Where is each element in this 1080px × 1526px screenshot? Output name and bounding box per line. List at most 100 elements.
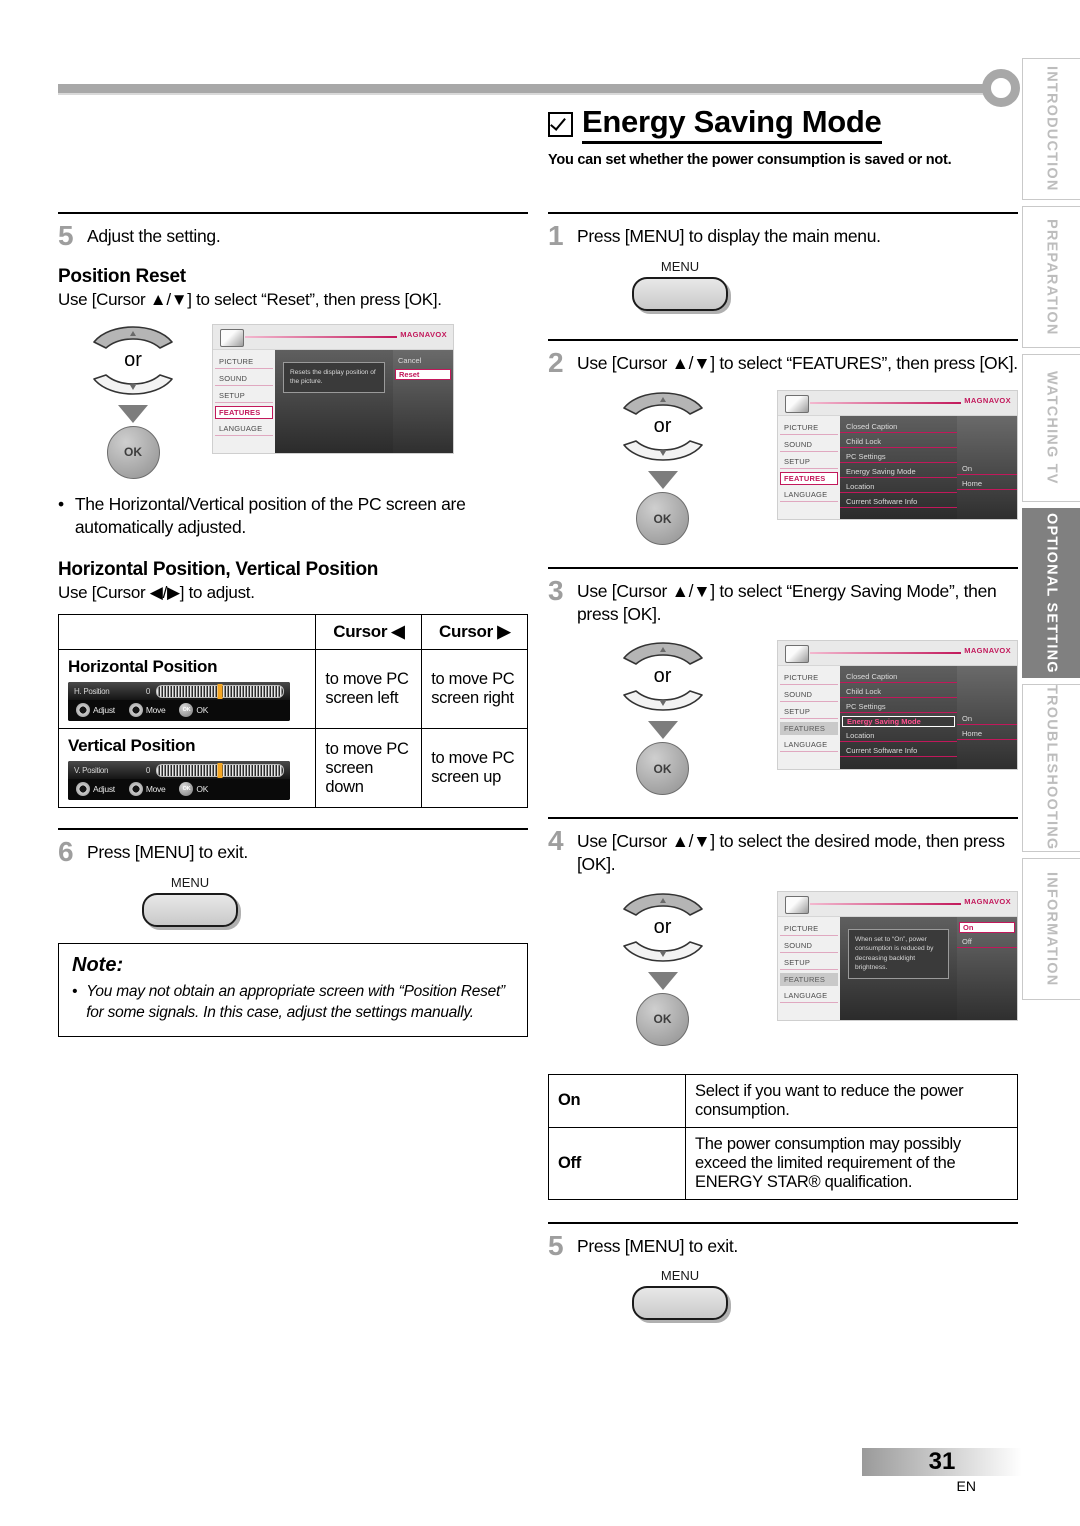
osd-menu-item[interactable]: LANGUAGE (780, 989, 839, 1003)
slider-hint-adjust: Adjust (93, 705, 115, 716)
osd-submenu-item[interactable]: Child Lock (840, 686, 957, 699)
step-instruction: Press [MENU] to display the main menu. (577, 226, 881, 246)
section-tab-introduction[interactable]: INTRODUCTION (1022, 58, 1080, 200)
step-6-press-menu-exit: 6 Press [MENU] to exit. MENU (58, 828, 528, 927)
ok-key-icon: OK (179, 703, 194, 718)
osd-menu-item[interactable]: PICTURE (780, 421, 839, 436)
horizontal-position-label: Horizontal Position (68, 657, 218, 677)
osd-header: MAGNAVOX (778, 641, 1017, 667)
osd-option[interactable]: Cancel (393, 355, 453, 366)
cursor-up-button-icon[interactable] (620, 386, 706, 415)
section-tab-label: INTRODUCTION (1043, 66, 1060, 192)
osd-menu-item[interactable]: SOUND (780, 939, 839, 953)
slider-hint-ok: OK (196, 784, 209, 795)
section-tab-watching-tv[interactable]: WATCHING TV (1022, 354, 1080, 502)
menu-key-graphic: MENU (130, 875, 250, 927)
arrow-down-icon (647, 971, 678, 990)
brand-logo: MAGNAVOX (400, 329, 447, 339)
menu-key-cap[interactable] (632, 1286, 728, 1321)
cursor-down-button-icon[interactable] (620, 689, 706, 717)
osd-screenshot-features-menu: MAGNAVOX PICTURE SOUND SETUP FEATURES LA… (777, 390, 1018, 521)
osd-option-selected[interactable]: Reset (395, 368, 451, 380)
osd-menu-item-active[interactable]: FEATURES (780, 722, 839, 736)
slider-knob[interactable] (217, 684, 223, 700)
hv-position-section: Horizontal Position, Vertical Position U… (57, 559, 528, 809)
cursor-up-button-icon[interactable] (620, 636, 706, 666)
osd-submenu-item[interactable]: Child Lock (840, 436, 957, 449)
osd-menu-item[interactable]: LANGUAGE (215, 422, 273, 436)
osd-menu-item[interactable]: SETUP (780, 705, 839, 720)
cursor-down-button-icon[interactable] (90, 373, 176, 401)
ok-button-icon[interactable]: OK (636, 992, 689, 1046)
tv-icon (785, 645, 810, 664)
osd-menu-item[interactable]: PICTURE (780, 922, 839, 936)
menu-key-cap[interactable] (632, 276, 728, 311)
step-5-press-menu-exit: 5 Press [MENU] to exit. MENU (548, 1221, 1018, 1321)
osd-menu-item[interactable]: SOUND (780, 688, 839, 703)
section-tab-label: OPTIONAL SETTING (1043, 512, 1060, 674)
osd-value-energy-saving-mode: On (957, 713, 1017, 726)
brand-logo: MAGNAVOX (964, 396, 1011, 406)
osd-submenu-item[interactable]: PC Settings (840, 451, 957, 464)
cursor-down-button-icon[interactable] (620, 439, 706, 467)
osd-option-selected[interactable]: On (959, 921, 1015, 933)
osd-menu-item[interactable]: LANGUAGE (780, 488, 839, 503)
section-tab-preparation[interactable]: PREPARATION (1022, 206, 1080, 348)
menu-key-cap[interactable] (142, 892, 238, 927)
arrow-down-icon (647, 721, 678, 740)
header-rule (58, 84, 988, 93)
osd-submenu-item[interactable]: Closed Caption (840, 671, 957, 684)
step-instruction: Press [MENU] to exit. (87, 842, 248, 863)
dpad-icon (128, 782, 143, 797)
step-number: 3 (548, 575, 564, 607)
osd-submenu-item[interactable]: Location (840, 730, 957, 743)
ok-button-icon[interactable]: OK (636, 742, 689, 796)
ok-button-icon[interactable]: OK (106, 425, 160, 479)
section-tab-optional-setting[interactable]: OPTIONAL SETTING (1022, 508, 1080, 678)
cursor-up-button-icon[interactable] (90, 320, 176, 349)
brand-logo: MAGNAVOX (964, 646, 1011, 656)
hv-position-instruction: Use [Cursor ◀/▶] to adjust. (58, 583, 255, 603)
osd-menu-item-selected[interactable]: FEATURES (780, 472, 839, 486)
osd-submenu-item-selected[interactable]: Energy Saving Mode (842, 716, 955, 728)
section-tab-label: TROUBLESHOOTING (1043, 685, 1060, 851)
page-title-block: Energy Saving Mode You can set whether t… (548, 104, 1018, 168)
section-tab-troubleshooting[interactable]: TROUBLESHOOTING (1022, 684, 1080, 852)
slider-knob[interactable] (217, 763, 223, 779)
horizontal-left-action: to move PC screen left (315, 649, 423, 730)
slider-track[interactable] (156, 763, 284, 779)
mode-on-label: On (548, 1073, 686, 1128)
osd-menu-item-active[interactable]: FEATURES (780, 972, 839, 986)
cursor-up-button-icon[interactable] (620, 887, 706, 916)
osd-header-line (810, 402, 961, 405)
osd-submenu-item[interactable]: Energy Saving Mode (840, 466, 957, 479)
dpad-lr-icon (76, 782, 90, 797)
osd-submenu-item[interactable]: Current Software Info (840, 496, 957, 509)
mode-off-description: The power consumption may possibly excee… (685, 1126, 1018, 1200)
osd-menu-item[interactable]: PICTURE (780, 671, 839, 686)
osd-menu-item[interactable]: PICTURE (215, 355, 273, 369)
ok-button-icon[interactable]: OK (636, 492, 689, 546)
osd-submenu-item[interactable]: Current Software Info (840, 745, 957, 758)
brand-logo: MAGNAVOX (964, 896, 1011, 906)
osd-menu-item-selected[interactable]: FEATURES (215, 405, 273, 419)
menu-key-graphic: MENU (620, 259, 740, 311)
osd-menu-item[interactable]: SETUP (215, 389, 273, 403)
osd-option[interactable]: Off (957, 936, 1017, 948)
section-tab-information[interactable]: INFORMATION (1022, 858, 1080, 1000)
osd-menu-item[interactable]: SETUP (780, 956, 839, 970)
page-title-text: Energy Saving Mode (582, 104, 882, 144)
checkbox-checked-icon (548, 111, 573, 137)
osd-menu-item[interactable]: SOUND (215, 372, 273, 386)
osd-menu-item[interactable]: SETUP (780, 455, 839, 470)
osd-submenu-item[interactable]: PC Settings (840, 701, 957, 714)
osd-menu-item[interactable]: SOUND (780, 438, 839, 453)
slider-track[interactable] (156, 684, 284, 700)
osd-submenu-item[interactable]: Closed Caption (840, 421, 957, 434)
menu-key-label: MENU (660, 258, 700, 274)
cursor-down-button-icon[interactable] (620, 940, 706, 968)
osd-menu-item[interactable]: LANGUAGE (780, 738, 839, 753)
osd-screenshot-energy-saving-options: MAGNAVOX PICTURE SOUND SETUP FEATURES LA… (777, 890, 1018, 1021)
osd-submenu-item[interactable]: Location (840, 481, 957, 494)
osd-menu-list: PICTURE SOUND SETUP FEATURES LANGUAGE (778, 916, 841, 1020)
